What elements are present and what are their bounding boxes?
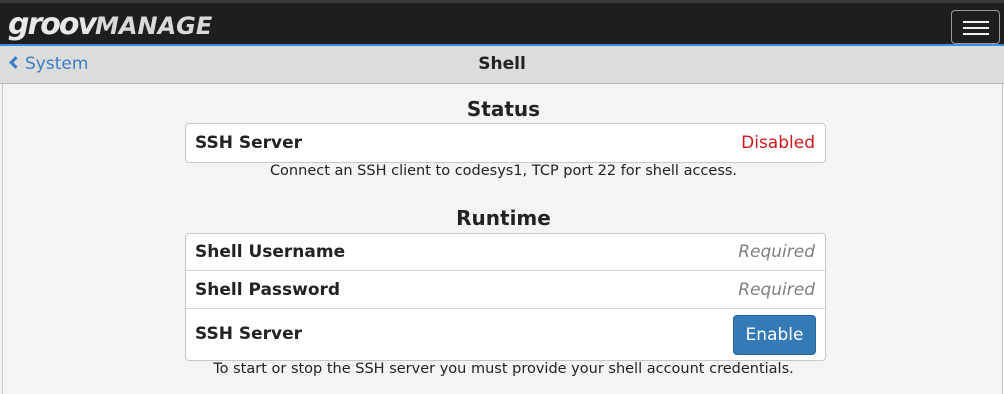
- runtime-panel: Shell Username Required Shell Password R…: [185, 233, 826, 361]
- nav-bar: System Shell: [0, 46, 1004, 84]
- shell-username-row: Shell Username Required: [186, 234, 825, 271]
- status-section-title: Status: [466, 97, 541, 121]
- runtime-ssh-server-label: SSH Server: [195, 324, 303, 344]
- groov-manage-logo: groovMANAGE: [8, 7, 212, 42]
- hamburger-menu-button[interactable]: [951, 10, 1000, 44]
- hamburger-menu-icon: [963, 21, 989, 23]
- status-help-text: Connect an SSH client to codesys1, TCP p…: [269, 163, 738, 179]
- logo-manage: MANAGE: [95, 12, 213, 40]
- status-ssh-server-row: SSH Server Disabled: [186, 124, 825, 162]
- ssh-status-value: Disabled: [741, 133, 815, 153]
- top-bar: groovMANAGE: [0, 0, 1004, 46]
- main-content: Status SSH Server Disabled Connect an SS…: [2, 84, 1003, 394]
- runtime-ssh-server-row: SSH Server Enable: [186, 309, 825, 360]
- shell-password-row: Shell Password Required: [186, 271, 825, 309]
- shell-password-label: Shell Password: [195, 280, 341, 300]
- runtime-help-text: To start or stop the SSH server you must…: [213, 361, 794, 377]
- logo-groov: groov: [8, 7, 97, 42]
- runtime-section-title: Runtime: [456, 206, 551, 230]
- shell-password-field[interactable]: Required: [738, 280, 815, 300]
- shell-username-label: Shell Username: [195, 242, 346, 262]
- status-ssh-server-label: SSH Server: [195, 133, 303, 153]
- page-title: Shell: [478, 54, 526, 74]
- shell-username-field[interactable]: Required: [738, 242, 815, 262]
- enable-ssh-button[interactable]: Enable: [733, 315, 816, 355]
- status-panel: SSH Server Disabled: [185, 123, 826, 163]
